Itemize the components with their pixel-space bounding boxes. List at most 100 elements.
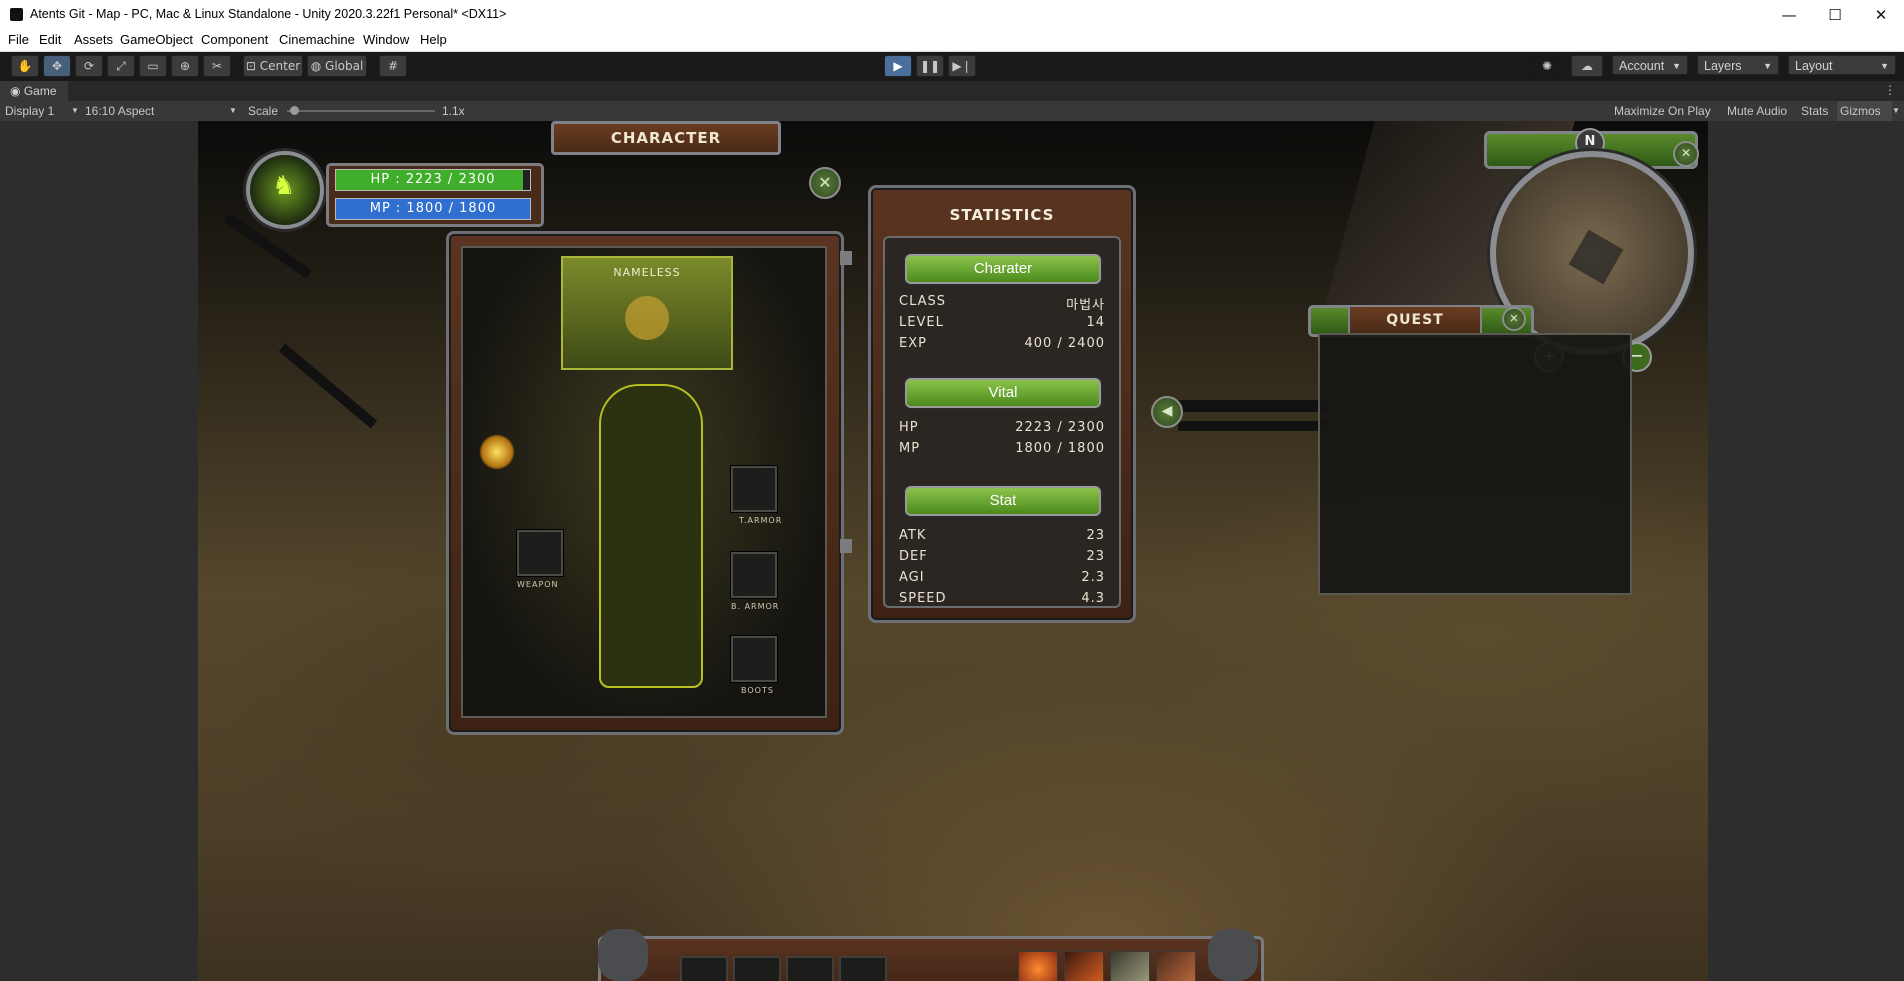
- maximize-button[interactable]: ☐: [1812, 0, 1858, 30]
- stat-row-exp: EXP 400 / 2400: [899, 336, 1105, 354]
- stat-value: 14: [1086, 315, 1105, 330]
- top-armor-slot[interactable]: [731, 466, 777, 512]
- bottom-armor-slot[interactable]: [731, 552, 777, 598]
- menu-help[interactable]: Help: [420, 32, 447, 47]
- scale-label: Scale: [248, 104, 279, 118]
- quest-title: QUEST: [1386, 312, 1444, 328]
- menu-window[interactable]: Window: [363, 32, 409, 47]
- item-slot[interactable]: [680, 956, 728, 981]
- quest-list[interactable]: [1318, 333, 1632, 595]
- layers-label: Layers: [1704, 59, 1742, 73]
- bottom-armor-slot-label: B. ARMOR: [731, 602, 780, 611]
- weapon-slot[interactable]: [517, 530, 563, 576]
- stat-row-atk: ATK 23: [899, 528, 1105, 546]
- move-tool-icon[interactable]: ✥: [43, 55, 71, 77]
- pivot-center-toggle[interactable]: ⊡ Center: [243, 55, 303, 77]
- window-title: Atents Git - Map - PC, Mac & Linux Stand…: [30, 7, 507, 21]
- custom-tool-icon[interactable]: ✂: [203, 55, 231, 77]
- gizmos-toggle[interactable]: Gizmos: [1837, 101, 1892, 121]
- minimap-close-button[interactable]: ✕: [1673, 141, 1699, 167]
- item-slot[interactable]: [839, 956, 887, 981]
- display-dropdown[interactable]: Display 1 ▼: [5, 101, 79, 121]
- play-button[interactable]: ▶: [884, 55, 912, 77]
- tab-game-label: Game: [23, 84, 57, 98]
- menu-assets[interactable]: Assets: [74, 32, 113, 47]
- flame-slash-skill-icon[interactable]: [1064, 951, 1104, 981]
- hand-tool-icon[interactable]: ✋: [11, 55, 39, 77]
- menu-bar: File Edit Assets GameObject Component Ci…: [0, 30, 1904, 52]
- collapse-arrow-button[interactable]: ◀: [1151, 396, 1183, 428]
- stat-section-header: Stat: [905, 486, 1101, 516]
- kebab-menu-icon[interactable]: ⋮: [1884, 83, 1896, 97]
- pivot-icon: ⊡: [245, 59, 256, 73]
- pivot-label: Center: [259, 59, 301, 73]
- stat-key: CLASS: [899, 294, 947, 309]
- space-global-toggle[interactable]: ◍ Global: [307, 55, 367, 77]
- account-dropdown[interactable]: Account ▼: [1612, 55, 1688, 75]
- gamepad-icon: ◉: [10, 84, 21, 98]
- unity-toolbar: ✋ ✥ ⟳ ⤢ ▭ ⊕ ✂ ⊡ Center ◍ Global # ▶ ❚❚ ▶…: [0, 52, 1904, 80]
- mp-text: MP : 1800 / 1800: [369, 201, 497, 216]
- aspect-label: 16:10 Aspect: [85, 104, 155, 118]
- scale-tool-icon[interactable]: ⤢: [107, 55, 135, 77]
- game-view[interactable]: ♞ HP : 2223 / 2300 MP : 1800 / 1800 CHAR…: [198, 121, 1708, 981]
- top-armor-slot-label: T.ARMOR: [739, 516, 783, 525]
- stat-key: EXP: [899, 336, 927, 351]
- stat-key: ATK: [899, 528, 927, 543]
- collab-icon[interactable]: ✺: [1533, 55, 1561, 77]
- mute-audio-toggle[interactable]: Mute Audio: [1727, 101, 1787, 121]
- cloud-icon[interactable]: ☁: [1571, 55, 1603, 77]
- chevron-down-icon: ▼: [71, 106, 79, 115]
- fence: [278, 343, 378, 429]
- fireball-skill-icon[interactable]: [1018, 951, 1058, 981]
- menu-edit[interactable]: Edit: [39, 32, 61, 47]
- layout-dropdown[interactable]: Layout ▼: [1788, 55, 1896, 75]
- boots-slot[interactable]: [731, 636, 777, 682]
- chevron-down-icon: ▼: [1880, 61, 1889, 71]
- close-window-button[interactable]: ✕: [1858, 0, 1904, 30]
- scale-slider[interactable]: [287, 106, 435, 115]
- tab-game[interactable]: ◉ Game: [0, 81, 68, 101]
- torch-fire-icon: [479, 434, 515, 470]
- character-silhouette: [599, 384, 703, 688]
- grid-snap-icon[interactable]: #: [379, 55, 407, 77]
- stat-key: DEF: [899, 549, 928, 564]
- menu-cinemachine[interactable]: Cinemachine: [279, 32, 355, 47]
- chevron-down-icon: ▼: [1672, 61, 1681, 71]
- minimize-button[interactable]: —: [1766, 0, 1812, 30]
- stat-row-agi: AGI 2.3: [899, 570, 1105, 588]
- step-button[interactable]: ▶❘: [948, 55, 976, 77]
- panel-hinge: [840, 251, 852, 265]
- scale-slider-handle[interactable]: [290, 106, 300, 115]
- character-title: CHARACTER: [610, 129, 722, 147]
- character-close-button[interactable]: ✕: [809, 167, 841, 199]
- pause-button[interactable]: ❚❚: [916, 55, 944, 77]
- unity-logo-icon: [10, 8, 23, 21]
- rotate-tool-icon[interactable]: ⟳: [75, 55, 103, 77]
- transform-tool-icon[interactable]: ⊕: [171, 55, 199, 77]
- quest-close-button[interactable]: ✕: [1502, 307, 1526, 331]
- gargoyle-right-icon: [1208, 929, 1258, 981]
- aspect-dropdown[interactable]: 16:10 Aspect ▼: [85, 101, 240, 121]
- stat-key: SPEED: [899, 591, 947, 606]
- lightning-skill-icon[interactable]: [1110, 951, 1150, 981]
- player-portrait: ♞: [246, 151, 324, 229]
- chevron-down-icon: ▼: [1763, 61, 1772, 71]
- item-slot[interactable]: [733, 956, 781, 981]
- chevron-down-icon: ▼: [229, 106, 237, 115]
- quest-title-plate: QUEST: [1348, 305, 1482, 335]
- stat-row-class: CLASS 마법사: [899, 294, 1105, 313]
- layers-dropdown[interactable]: Layers ▼: [1697, 55, 1779, 75]
- statistics-panel: STATISTICS Charater CLASS 마법사 LEVEL 14 EXP…: [868, 185, 1136, 623]
- item-slot[interactable]: [786, 956, 834, 981]
- menu-gameobject[interactable]: GameObject: [120, 32, 193, 47]
- game-view-toolbar: Display 1 ▼ 16:10 Aspect ▼ Scale 1.1x Ma…: [0, 101, 1904, 122]
- maximize-on-play-toggle[interactable]: Maximize On Play: [1614, 101, 1711, 121]
- chevron-down-icon[interactable]: ▼: [1892, 101, 1900, 121]
- rect-tool-icon[interactable]: ▭: [139, 55, 167, 77]
- stats-toggle[interactable]: Stats: [1801, 101, 1828, 121]
- menu-component[interactable]: Component: [201, 32, 268, 47]
- scale-value: 1.1x: [442, 104, 465, 118]
- menu-file[interactable]: File: [8, 32, 29, 47]
- claw-skill-icon[interactable]: [1156, 951, 1196, 981]
